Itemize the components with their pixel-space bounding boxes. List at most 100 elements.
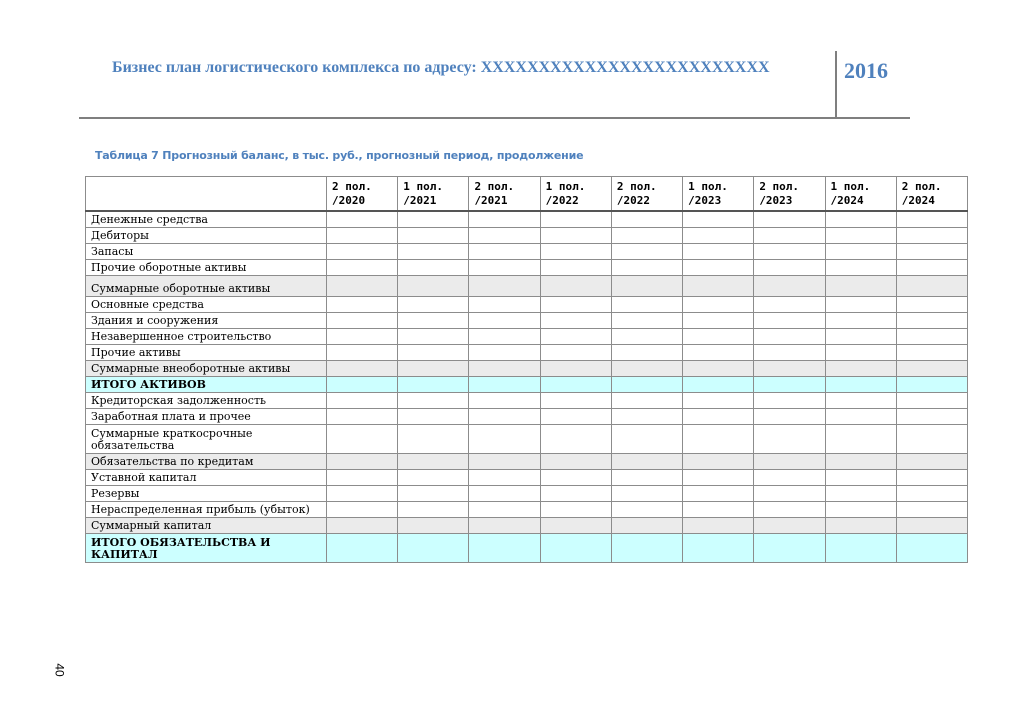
- value-cell: [539, 407, 612, 425]
- value-cell: [824, 311, 897, 329]
- value-cell: [895, 242, 969, 260]
- value-cell: [610, 258, 684, 276]
- value-cell: [610, 242, 684, 260]
- value-cell: [468, 452, 541, 470]
- value-cell: [895, 500, 969, 518]
- value-cell: [397, 375, 470, 393]
- value-cell: [682, 484, 755, 502]
- value-cell: [539, 516, 612, 534]
- value-cell: [895, 274, 969, 297]
- period-half-label: 2 пол.: [759, 179, 800, 193]
- row-label: Основные средства: [85, 295, 327, 313]
- value-cell: [610, 375, 684, 393]
- value-cell: [397, 391, 470, 409]
- table-row: Заработная плата и прочее: [85, 407, 969, 425]
- value-cell: [682, 311, 755, 329]
- value-cell: [610, 311, 684, 329]
- row-label: Денежные средства: [85, 210, 327, 228]
- value-cell: [895, 391, 969, 409]
- value-cell: [753, 311, 826, 329]
- value-cell: [895, 484, 969, 502]
- value-cell: [610, 407, 684, 425]
- value-cell: [824, 327, 897, 345]
- value-cell: [325, 274, 399, 297]
- value-cell: [753, 258, 826, 276]
- row-label: Резервы: [85, 484, 327, 502]
- value-cell: [682, 532, 755, 563]
- value-cell: [610, 343, 684, 361]
- value-cell: [468, 423, 541, 454]
- value-cell: [325, 375, 399, 393]
- value-cell: [468, 359, 541, 377]
- period-header-cell: 1 пол./2023: [682, 176, 755, 212]
- value-cell: [325, 468, 399, 486]
- table-row: ИТОГО АКТИВОВ: [85, 375, 969, 393]
- value-cell: [325, 359, 399, 377]
- value-cell: [610, 359, 684, 377]
- value-cell: [397, 226, 470, 244]
- balance-table: 2 пол./2020 1 пол./2021 2 пол./2021 1 пол. /…: [85, 176, 969, 563]
- value-cell: [682, 407, 755, 425]
- value-cell: [397, 532, 470, 563]
- value-cell: [610, 532, 684, 563]
- value-cell: [539, 532, 612, 563]
- row-label: Заработная плата и прочее: [85, 407, 327, 425]
- value-cell: [539, 258, 612, 276]
- row-label: Суммарные краткосрочные обязательства: [85, 423, 327, 454]
- table-row: Резервы: [85, 484, 969, 502]
- row-label: Запасы: [85, 242, 327, 260]
- value-cell: [682, 359, 755, 377]
- value-cell: [824, 210, 897, 228]
- period-header-cell: 2 пол./2024: [895, 176, 969, 212]
- period-year-label: /2020: [332, 193, 366, 207]
- value-cell: [682, 423, 755, 454]
- period-year-label: /2022: [545, 193, 579, 207]
- value-cell: [753, 484, 826, 502]
- value-cell: [539, 452, 612, 470]
- table-row: Суммарные внеоборотные активы: [85, 359, 969, 377]
- value-cell: [397, 484, 470, 502]
- value-cell: [468, 226, 541, 244]
- row-label: Нераспределенная прибыль (убыток): [85, 500, 327, 518]
- value-cell: [325, 210, 399, 228]
- table-row: Здания и сооружения: [85, 311, 969, 329]
- table-body: Денежные средства Дебиторы Запасы Прочие об…: [85, 210, 969, 563]
- value-cell: [325, 516, 399, 534]
- value-cell: [610, 295, 684, 313]
- value-cell: [682, 343, 755, 361]
- table-row: ИТОГО ОБЯЗАТЕЛЬСТВА И КАПИТАЛ: [85, 532, 969, 563]
- value-cell: [824, 295, 897, 313]
- value-cell: [468, 327, 541, 345]
- value-cell: [325, 532, 399, 563]
- value-cell: [610, 274, 684, 297]
- value-cell: [753, 226, 826, 244]
- value-cell: [824, 407, 897, 425]
- table-row: Кредиторская задолженность: [85, 391, 969, 409]
- value-cell: [468, 532, 541, 563]
- value-cell: [753, 532, 826, 563]
- row-label: Суммарный капитал: [85, 516, 327, 534]
- value-cell: [397, 343, 470, 361]
- row-label: Незавершенное строительство: [85, 327, 327, 345]
- value-cell: [468, 407, 541, 425]
- value-cell: [539, 500, 612, 518]
- table-row: Суммарные краткосрочные обязательства: [85, 423, 969, 454]
- row-label: ИТОГО АКТИВОВ: [85, 375, 327, 393]
- period-header-cell: 2 пол./2021: [468, 176, 541, 212]
- table-caption: Таблица 7 Прогнозный баланс, в тыс. руб.…: [95, 149, 584, 162]
- value-cell: [325, 391, 399, 409]
- value-cell: [468, 295, 541, 313]
- value-cell: [895, 327, 969, 345]
- table-row: Обязательства по кредитам: [85, 452, 969, 470]
- value-cell: [824, 500, 897, 518]
- value-cell: [539, 359, 612, 377]
- value-cell: [682, 274, 755, 297]
- row-label: Суммарные оборотные активы: [85, 274, 327, 297]
- period-half-label: 2 пол.: [616, 179, 657, 193]
- row-label: Прочие оборотные активы: [85, 258, 327, 276]
- value-cell: [539, 242, 612, 260]
- value-cell: [325, 295, 399, 313]
- value-cell: [895, 532, 969, 563]
- value-cell: [895, 311, 969, 329]
- table-row: Незавершенное строительство: [85, 327, 969, 345]
